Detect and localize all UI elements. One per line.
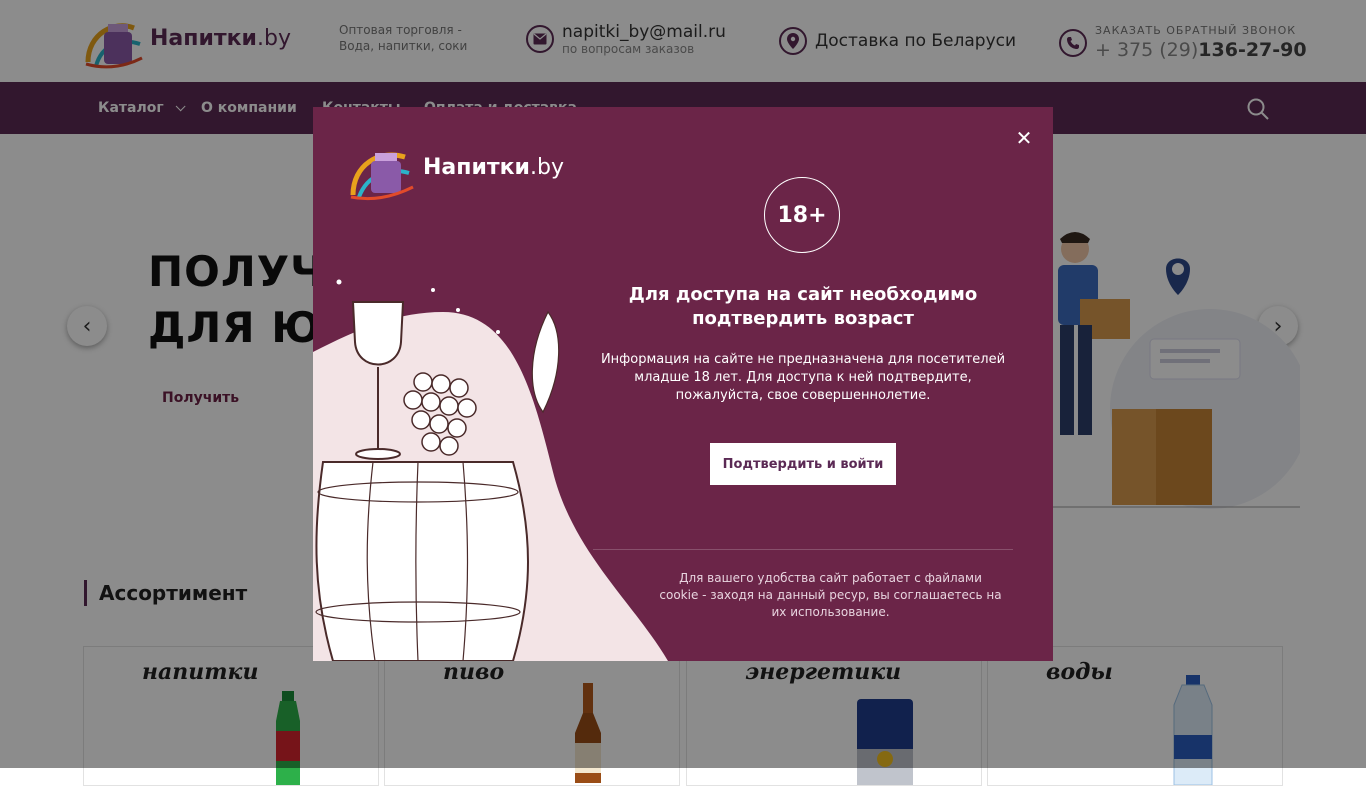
close-icon[interactable]: ✕ <box>1013 127 1035 149</box>
age-verification-modal: ✕ Напитки.by 18+ Для доступа на сайт нео… <box>313 107 1053 661</box>
modal-description: Информация на сайте не предназначена для… <box>600 352 1006 403</box>
confirm-age-button[interactable]: Подтвердить и войти <box>710 443 896 485</box>
cookie-notice: Для вашего удобства сайт работает с файл… <box>659 571 1002 619</box>
age-badge: 18+ <box>764 177 840 253</box>
modal-logo-wordmark: Напитки.by <box>423 155 564 180</box>
modal-divider <box>593 549 1013 550</box>
modal-heading: Для доступа на сайт необходимо подтверди… <box>628 284 978 329</box>
